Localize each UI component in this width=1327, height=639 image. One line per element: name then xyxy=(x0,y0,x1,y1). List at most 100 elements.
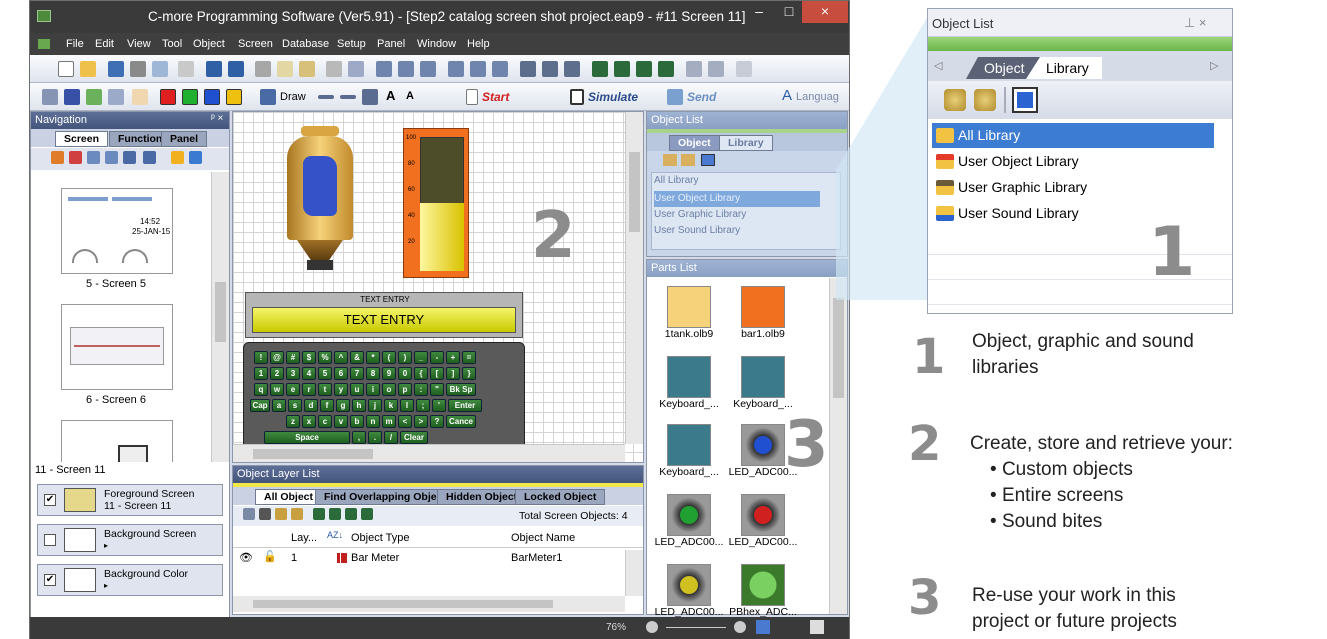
new-icon[interactable] xyxy=(58,61,74,77)
print-icon[interactable] xyxy=(130,61,146,77)
keyboard-key[interactable]: & xyxy=(350,351,364,364)
delete-screen-icon[interactable] xyxy=(69,151,82,164)
menu-help[interactable]: Help xyxy=(467,38,490,50)
library-view-icon[interactable] xyxy=(701,154,715,166)
layer-up-icon[interactable] xyxy=(345,508,357,520)
thumbnail-view-icon[interactable] xyxy=(143,151,156,164)
text-entry-field[interactable]: TEXT ENTRY xyxy=(252,307,516,333)
lock-icon[interactable] xyxy=(275,508,287,520)
library-item[interactable]: User Graphic Library xyxy=(932,175,1214,200)
backward-icon[interactable] xyxy=(658,61,674,77)
keyboard-key[interactable]: m xyxy=(382,415,396,428)
keyboard-key[interactable]: - xyxy=(430,351,444,364)
hand-icon[interactable] xyxy=(132,89,148,105)
keyboard-key[interactable]: $ xyxy=(302,351,316,364)
keyboard-key[interactable]: ! xyxy=(254,351,268,364)
keyboard-key[interactable]: : xyxy=(414,383,428,396)
keyboard-key[interactable]: [ xyxy=(430,367,444,380)
tab-locked-object[interactable]: Locked Object xyxy=(515,489,606,505)
screen-props-icon[interactable] xyxy=(123,151,136,164)
copy-icon[interactable] xyxy=(277,61,293,77)
keyboard-key[interactable]: 8 xyxy=(366,367,380,380)
delete-icon[interactable] xyxy=(326,61,342,77)
keyboard-key[interactable]: v xyxy=(334,415,348,428)
keyboard-key[interactable]: 5 xyxy=(318,367,332,380)
part-item[interactable]: PBhex_ADC... xyxy=(727,564,799,618)
part-item[interactable]: Keyboard_... xyxy=(653,424,725,478)
keyboard-key[interactable]: 6 xyxy=(334,367,348,380)
keyboard-key[interactable]: ] xyxy=(446,367,460,380)
line-style-icon[interactable] xyxy=(318,95,334,99)
layer-hscroll[interactable] xyxy=(233,596,625,612)
keyboard-key[interactable]: = xyxy=(462,351,476,364)
keyboard-key[interactable]: _ xyxy=(414,351,428,364)
keyboard-key[interactable]: i xyxy=(366,383,380,396)
maximize-button[interactable]: □ xyxy=(775,1,803,23)
col-object-name[interactable]: Object Name xyxy=(511,532,575,544)
menu-view[interactable]: View xyxy=(127,38,151,50)
keyboard-key[interactable]: u xyxy=(350,383,364,396)
refresh-icon[interactable] xyxy=(736,61,752,77)
language-button[interactable]: Languag xyxy=(796,91,839,103)
menu-edit[interactable]: Edit xyxy=(95,38,114,50)
keyboard-key[interactable]: j xyxy=(368,399,382,412)
layer-front-icon[interactable] xyxy=(313,508,325,520)
forward-icon[interactable] xyxy=(636,61,652,77)
layer-back-icon[interactable] xyxy=(329,508,341,520)
background-color-layer[interactable]: ✔ Background Color ▸ xyxy=(37,564,223,596)
keyboard-key[interactable]: Cance xyxy=(446,415,476,428)
keyboard-key[interactable]: d xyxy=(304,399,318,412)
keyboard-key[interactable]: s xyxy=(288,399,302,412)
menu-file[interactable]: File xyxy=(66,38,84,50)
library-tool-icon[interactable] xyxy=(681,154,695,166)
keyboard-key[interactable]: 9 xyxy=(382,367,396,380)
start-button[interactable]: Start xyxy=(482,90,509,104)
pin-icon[interactable]: ⊥ × xyxy=(1184,15,1207,31)
menu-panel[interactable]: Panel xyxy=(377,38,405,50)
part-item[interactable]: LED_ADC00... xyxy=(653,494,725,548)
align-top-icon[interactable] xyxy=(448,61,464,77)
text-entry-object[interactable]: TEXT ENTRY TEXT ENTRY xyxy=(245,292,523,338)
keyboard-key[interactable]: @ xyxy=(270,351,284,364)
paste-icon[interactable] xyxy=(299,61,315,77)
part-item[interactable]: Keyboard_... xyxy=(653,356,725,410)
library-item[interactable]: User Sound Library xyxy=(654,225,740,236)
keyboard-key[interactable]: Bk Sp xyxy=(446,383,476,396)
pin-icon[interactable]: ᵖ × xyxy=(211,113,223,124)
keyboard-key[interactable]: 0 xyxy=(398,367,412,380)
bar-meter-object[interactable]: 100 80 60 40 20 xyxy=(403,128,469,278)
keyboard-key[interactable]: , xyxy=(352,431,366,444)
grid-toggle-icon[interactable] xyxy=(64,89,80,105)
keyboard-key[interactable]: c xyxy=(318,415,332,428)
library-item-selected[interactable]: All Library xyxy=(932,123,1214,148)
keyboard-key[interactable]: 7 xyxy=(350,367,364,380)
screen-thumbnail[interactable] xyxy=(61,420,173,462)
undo-icon[interactable] xyxy=(206,61,222,77)
part-item[interactable]: 1tank.olb9 xyxy=(653,286,725,340)
tank-object[interactable] xyxy=(287,126,353,276)
group-icon[interactable] xyxy=(686,61,702,77)
keyboard-key[interactable]: * xyxy=(366,351,380,364)
keyboard-key[interactable]: % xyxy=(318,351,332,364)
keyboard-key[interactable]: { xyxy=(414,367,428,380)
keyboard-key[interactable]: b xyxy=(350,415,364,428)
paste-screen-icon[interactable] xyxy=(105,151,118,164)
font-size-up-icon[interactable]: A xyxy=(386,88,395,103)
library-tool-icon[interactable] xyxy=(663,154,677,166)
keyboard-key[interactable]: e xyxy=(286,383,300,396)
keyboard-key[interactable]: < xyxy=(398,415,412,428)
part-item[interactable]: LED_ADC00... xyxy=(653,564,725,618)
keyboard-key[interactable]: 2 xyxy=(270,367,284,380)
keyboard-key[interactable]: ) xyxy=(398,351,412,364)
keyboard-key[interactable]: } xyxy=(462,367,476,380)
parts-scrollbar[interactable] xyxy=(829,278,847,614)
eye-icon[interactable]: 👁 xyxy=(239,551,253,564)
zoom-in-icon[interactable] xyxy=(734,621,746,633)
visibility-icon[interactable] xyxy=(259,508,271,520)
keyboard-key[interactable]: # xyxy=(286,351,300,364)
table-row[interactable]: 👁 🔓 1 Bar Meter BarMeter1 xyxy=(233,550,643,566)
draw-icon[interactable] xyxy=(260,89,276,105)
keyboard-key[interactable]: Space xyxy=(264,431,350,444)
col-layer[interactable]: Lay... xyxy=(291,532,317,544)
align-bottom-icon[interactable] xyxy=(492,61,508,77)
